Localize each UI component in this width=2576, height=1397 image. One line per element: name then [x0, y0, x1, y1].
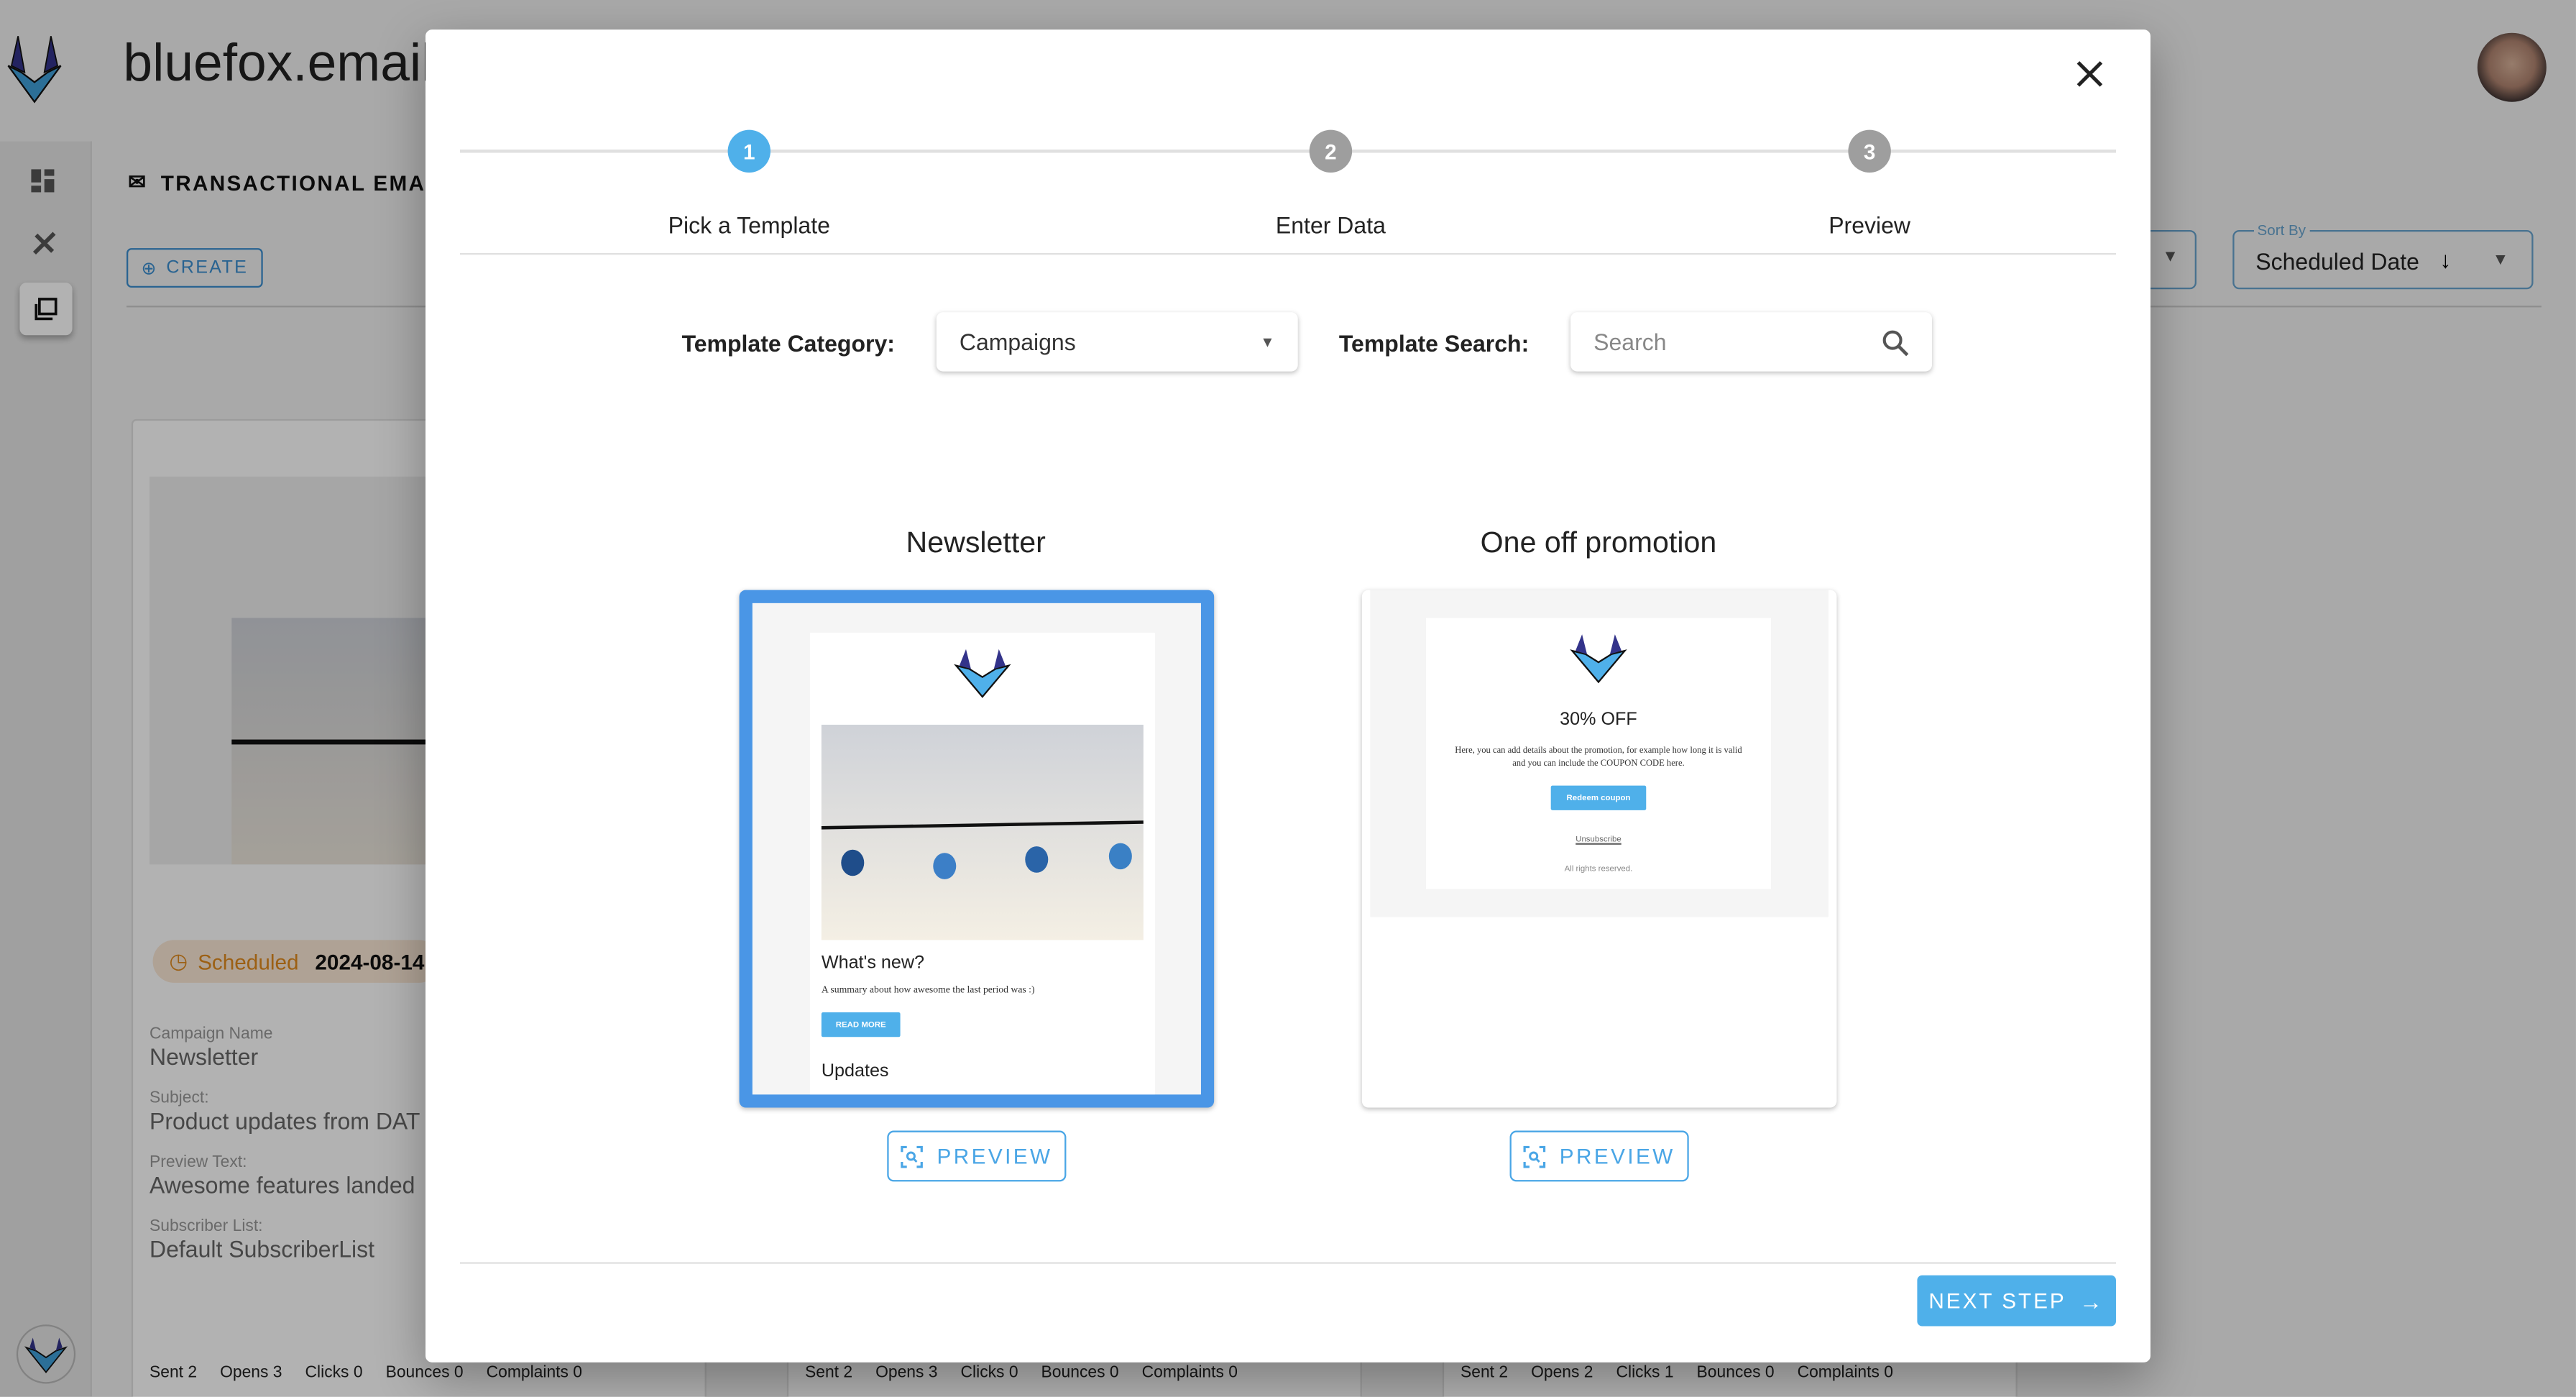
template-search-input[interactable]: Search	[1570, 312, 1932, 371]
next-step-button[interactable]: NEXT STEP →	[1917, 1275, 2116, 1327]
step-3-label: Preview	[1828, 211, 1911, 239]
template-card-newsletter[interactable]: What's new? A summary about how awesome …	[739, 590, 1215, 1108]
step-1-label: Pick a Template	[668, 211, 830, 239]
category-value: Campaigns	[959, 329, 1076, 355]
promo-heading: 30% OFF	[1560, 710, 1637, 730]
fox-logo-icon	[1570, 634, 1627, 684]
preview-label: PREVIEW	[1559, 1143, 1675, 1169]
template-search-label: Template Search:	[1338, 330, 1530, 357]
close-icon	[2076, 61, 2103, 87]
step-1-circle[interactable]: 1	[727, 129, 770, 173]
step-2-label: Enter Data	[1275, 211, 1386, 239]
updates-heading: Updates	[821, 1061, 889, 1081]
rights-text: All rights reserved.	[1564, 864, 1633, 874]
lightbulb-image	[821, 724, 1144, 940]
next-step-label: NEXT STEP	[1928, 1288, 2066, 1314]
redeem-coupon-button: Redeem coupon	[1550, 785, 1647, 810]
preview-icon	[901, 1145, 924, 1168]
unsubscribe-link: Unsubscribe	[1576, 835, 1622, 845]
search-icon	[1882, 329, 1909, 356]
fox-logo-icon	[954, 649, 1011, 698]
template-title-newsletter: Newsletter	[906, 526, 1046, 559]
arrow-right-icon: →	[2079, 1287, 2104, 1314]
promo-body: Here, you can add details about the prom…	[1455, 746, 1742, 770]
search-placeholder: Search	[1593, 329, 1667, 355]
template-category-select[interactable]: Campaigns ▼	[937, 312, 1298, 371]
template-card-promotion[interactable]: 30% OFF Here, you can add details about …	[1361, 590, 1837, 1108]
newsletter-body: A summary about how awesome the last per…	[821, 986, 1035, 997]
preview-label: PREVIEW	[937, 1143, 1053, 1169]
read-more-button: READ MORE	[821, 1012, 901, 1038]
footer-divider	[459, 1262, 2116, 1264]
preview-icon	[1524, 1145, 1546, 1168]
preview-newsletter-button[interactable]: PREVIEW	[887, 1130, 1067, 1182]
divider	[459, 252, 2116, 255]
template-category-label: Template Category:	[681, 330, 895, 357]
dropdown-arrow-icon: ▼	[1260, 333, 1275, 350]
step-3-circle[interactable]: 3	[1848, 129, 1891, 173]
newsletter-heading: What's new?	[821, 953, 925, 974]
preview-promotion-button[interactable]: PREVIEW	[1509, 1130, 1689, 1182]
close-button[interactable]	[2075, 52, 2104, 95]
step-2-circle[interactable]: 2	[1309, 129, 1353, 173]
template-title-promotion: One off promotion	[1480, 526, 1717, 559]
template-picker-modal: 1 2 3 Pick a Template Enter Data Preview…	[425, 29, 2150, 1362]
